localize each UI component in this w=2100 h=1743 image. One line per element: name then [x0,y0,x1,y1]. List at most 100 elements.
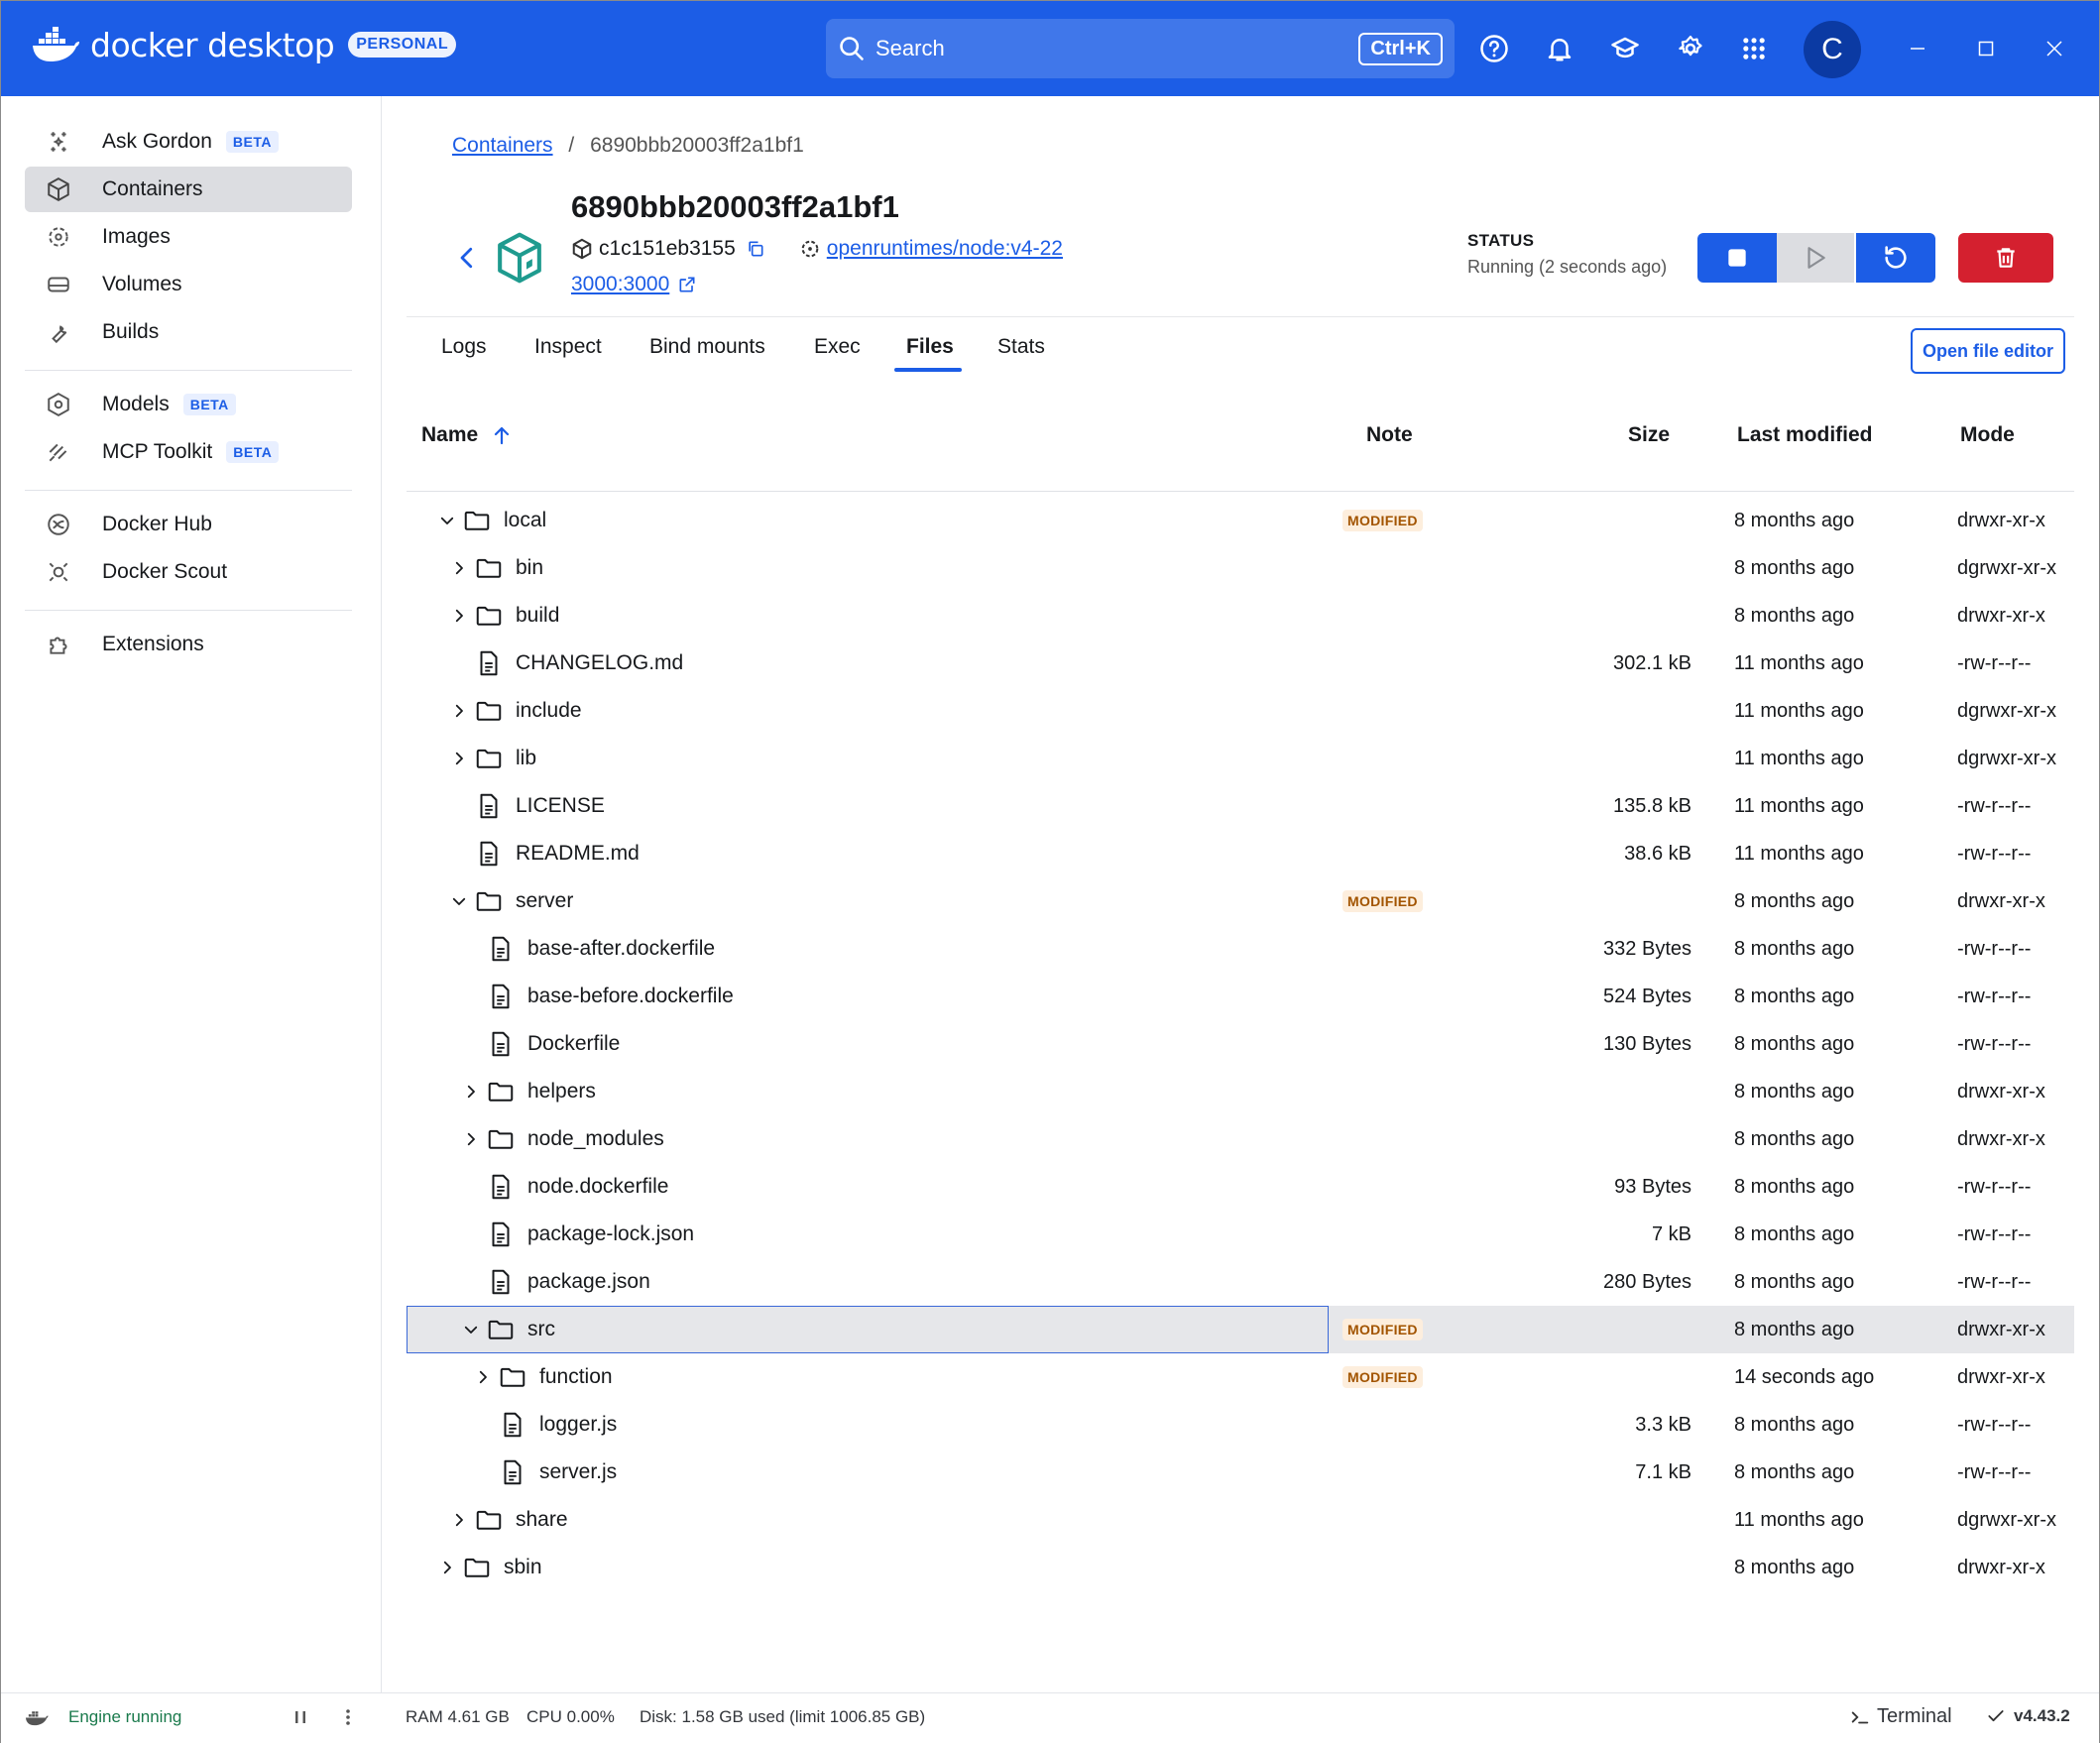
column-size[interactable]: Size [1628,423,1670,447]
apps-grid-icon[interactable] [1734,29,1774,68]
breadcrumb-containers-link[interactable]: Containers [452,134,553,157]
folder-row[interactable]: node_modules 8 months ago drwxr-xr-x [407,1115,2074,1163]
chevron-right-icon[interactable] [448,557,470,579]
status-footer: Engine running RAM 4.61 GB CPU 0.00% Dis… [1,1692,2099,1743]
file-row[interactable]: LICENSE 135.8 kB 11 months ago -rw-r--r-- [407,782,2074,830]
item-name: package.json [527,1270,650,1293]
file-row[interactable]: README.md 38.6 kB 11 months ago -rw-r--r-- [407,830,2074,877]
copy-icon[interactable] [746,239,765,259]
file-row[interactable]: package.json 280 Bytes 8 months ago -rw-r--… [407,1258,2074,1306]
chevron-right-icon[interactable] [460,1081,482,1103]
file-row[interactable]: node.dockerfile 93 Bytes 8 months ago -rw-r… [407,1163,2074,1211]
chevron-right-icon[interactable] [448,605,470,627]
version-label: v4.43.2 [2014,1706,2070,1725]
external-link-icon[interactable] [677,275,697,294]
tab-bind-mounts[interactable]: Bind mounts [649,335,765,359]
brand: docker desktop PERSONAL [31,25,457,64]
help-icon[interactable] [1474,29,1514,68]
avatar[interactable]: C [1804,21,1861,78]
mode-cell: dgrwxr-xr-x [1957,1508,2056,1531]
folder-row[interactable]: share 11 months ago dgrwxr-xr-x [407,1496,2074,1544]
folder-row[interactable]: function MODIFIED 14 seconds ago drwxr-xr-x [407,1353,2074,1401]
folder-row[interactable]: local MODIFIED 8 months ago drwxr-xr-x [407,497,2074,544]
sidebar-item-label: Builds [102,320,160,343]
sidebar-item-extensions[interactable]: Extensions [25,622,352,667]
folder-icon [462,506,492,535]
folder-row[interactable]: lib 11 months ago dgrwxr-xr-x [407,735,2074,782]
sidebar-item-volumes[interactable]: Volumes [25,262,352,307]
chevron-right-icon[interactable] [448,1509,470,1531]
last-modified-cell: 8 months ago [1734,1460,1855,1483]
column-name[interactable]: Name [421,423,514,447]
image-link[interactable]: openruntimes/node:v4-22 [827,237,1063,261]
column-name-label: Name [421,423,479,446]
sidebar-item-builds[interactable]: Builds [25,309,352,355]
search-bar[interactable]: Search Ctrl+K [826,19,1455,78]
tab-exec[interactable]: Exec [814,335,861,359]
column-mode[interactable]: Mode [1960,423,2015,447]
learning-center-icon[interactable] [1605,29,1645,68]
file-row[interactable]: base-after.dockerfile 332 Bytes 8 months a… [407,925,2074,973]
sidebar-item-ask-gordon[interactable]: Ask Gordon BETA [25,119,352,165]
tab-logs[interactable]: Logs [441,335,487,359]
folder-row[interactable]: include 11 months ago dgrwxr-xr-x [407,687,2074,735]
start-button[interactable] [1777,233,1854,283]
more-options-icon[interactable] [338,1707,358,1727]
breadcrumb-separator: / [568,134,575,157]
size-cell: 280 Bytes [1603,1270,1692,1293]
back-arrow-icon[interactable] [452,243,482,273]
sidebar-item-mcp-toolkit[interactable]: MCP Toolkit BETA [25,429,352,475]
open-file-editor-button[interactable]: Open file editor [1911,328,2065,374]
pause-icon[interactable] [291,1707,310,1727]
sidebar-item-containers[interactable]: Containers [25,167,352,212]
column-note[interactable]: Note [1366,423,1413,447]
hub-icon [45,511,72,538]
port-link[interactable]: 3000:3000 [571,273,669,296]
bell-icon[interactable] [1540,29,1579,68]
version-info[interactable]: v4.43.2 [1986,1706,2070,1726]
file-row[interactable]: CHANGELOG.md 302.1 kB 11 months ago -rw-r--… [407,639,2074,687]
chevron-right-icon[interactable] [448,700,470,722]
chevron-right-icon[interactable] [472,1366,494,1388]
maximize-icon[interactable] [1968,31,2004,66]
tab-stats[interactable]: Stats [997,335,1045,359]
file-row[interactable]: package-lock.json 7 kB 8 months ago -rw-r--… [407,1211,2074,1258]
file-row[interactable]: server.js 7.1 kB 8 months ago -rw-r--r-- [407,1449,2074,1496]
gear-icon[interactable] [1671,29,1710,68]
folder-row[interactable]: bin 8 months ago dgrwxr-xr-x [407,544,2074,592]
sidebar-item-docker-scout[interactable]: Docker Scout [25,549,352,595]
chevron-down-icon[interactable] [448,890,470,912]
chevron-right-icon[interactable] [460,1128,482,1150]
folder-row[interactable]: build 8 months ago drwxr-xr-x [407,592,2074,639]
sidebar-item-images[interactable]: Images [25,214,352,260]
minimize-icon[interactable] [1900,31,1935,66]
restart-button[interactable] [1856,233,1935,283]
mode-cell: -rw-r--r-- [1957,1460,2032,1483]
delete-button[interactable] [1958,233,2053,283]
name-cell: logger.js [472,1401,617,1449]
chevron-right-icon[interactable] [448,748,470,769]
sidebar-item-label: Extensions [102,633,204,655]
folder-row[interactable]: src MODIFIED 8 months ago drwxr-xr-x [407,1306,2074,1353]
sidebar-item-models[interactable]: Models BETA [25,382,352,427]
chevron-right-icon[interactable] [436,1557,458,1578]
folder-row[interactable]: helpers 8 months ago drwxr-xr-x [407,1068,2074,1115]
close-icon[interactable] [2037,31,2072,66]
item-name: LICENSE [516,794,605,817]
tab-inspect[interactable]: Inspect [534,335,602,359]
file-row[interactable]: Dockerfile 130 Bytes 8 months ago -rw-r--r-… [407,1020,2074,1068]
tab-files[interactable]: Files [906,335,954,359]
chevron-down-icon[interactable] [436,510,458,531]
file-row[interactable]: base-before.dockerfile 524 Bytes 8 months … [407,973,2074,1020]
terminal-button[interactable]: Terminal [1849,1705,1952,1728]
sidebar-item-docker-hub[interactable]: Docker Hub [25,502,352,547]
header-divider [407,316,2074,317]
engine-status[interactable]: Engine running [25,1707,181,1727]
column-last-modified[interactable]: Last modified [1737,423,1873,447]
folder-row[interactable]: sbin 8 months ago drwxr-xr-x [407,1544,2074,1585]
chevron-down-icon[interactable] [460,1319,482,1340]
file-row[interactable]: logger.js 3.3 kB 8 months ago -rw-r--r-- [407,1401,2074,1449]
stop-button[interactable] [1697,233,1777,283]
folder-row[interactable]: server MODIFIED 8 months ago drwxr-xr-x [407,877,2074,925]
item-name: base-after.dockerfile [527,937,716,960]
